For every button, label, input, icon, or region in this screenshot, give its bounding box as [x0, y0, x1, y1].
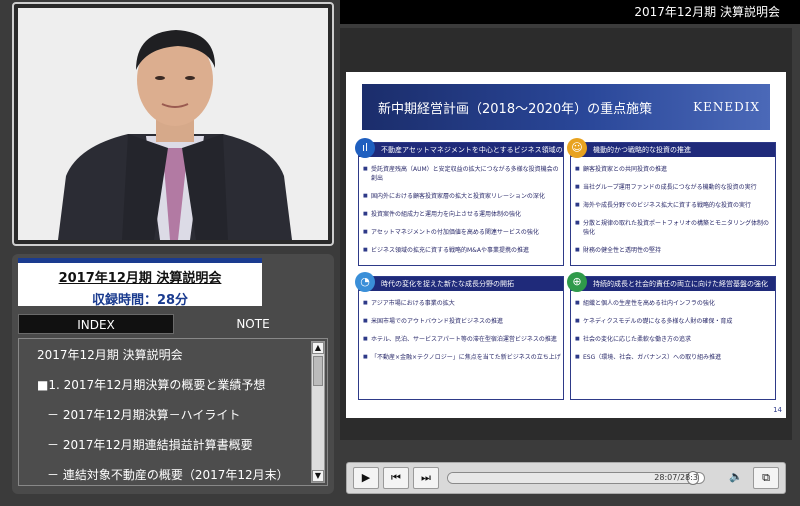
- quad-item: 財務の健全性と透明性の堅持: [575, 246, 773, 255]
- index-item-real-estate[interactable]: － 連結対象不動産の概要（2017年12月末）: [47, 463, 327, 485]
- quad-heading: 持続的成長と社会的責任の両立に向けた経営基盤の強化: [571, 277, 775, 291]
- index-item-title[interactable]: 2017年12月期 決算説明会: [37, 343, 327, 367]
- skip-forward-icon[interactable]: ⏭: [413, 467, 439, 489]
- tab-note[interactable]: NOTE: [178, 314, 328, 334]
- quad-item: 米国市場でのアウトバウンド投資ビジネスの推進: [363, 317, 561, 326]
- quad-management-base: 持続的成長と社会的責任の両立に向けた経営基盤の強化 ⊕ 組織と個人の生産性を高め…: [567, 272, 776, 400]
- index-item-section-1[interactable]: ■1. 2017年12月期決算の概要と業績予想: [37, 373, 327, 397]
- index-list: 2017年12月期 決算説明会 ■1. 2017年12月期決算の概要と業績予想 …: [18, 338, 328, 486]
- quad-item: アセットマネジメントの付加価値を高める関連サービスの強化: [363, 228, 561, 237]
- info-panel: 2017年12月期 決算説明会 収録時間：28分 INDEX NOTE 2017…: [12, 254, 334, 494]
- scroll-up-icon[interactable]: ▲: [312, 342, 324, 354]
- quad-item: 社会の変化に応じた柔軟な働き方の追求: [575, 335, 773, 344]
- growth-icon: ◔: [355, 272, 375, 292]
- quad-list: 顧客投資家との共同投資の推進 当社グループ運用ファンドの成長につながる機動的な投…: [575, 165, 773, 264]
- quad-item: ケネディクスモデルの礎になる多様な人財の確保・育成: [575, 317, 773, 326]
- quad-new-growth: 時代の変化を捉えた新たな成長分野の開拓 ◔ アジア市場における事業の拡大 米国市…: [355, 272, 564, 400]
- quad-item: 海外や成長分野でのビジネス拡大に資する戦略的な投資の実行: [575, 201, 773, 210]
- kenedix-logo: KENEDIX: [693, 100, 760, 114]
- slide-title: 新中期経営計画（2018～2020年）の重点施策: [378, 102, 653, 117]
- quad-business-expansion: 不動産アセットマネジメントを中心とするビジネス領域の拡充 ıl 受託資産残高（A…: [355, 138, 564, 266]
- speaker-video[interactable]: [18, 8, 328, 240]
- quad-item: 当社グループ運用ファンドの成長につながる機動的な投資の実行: [575, 183, 773, 192]
- index-scrollbar[interactable]: ▲ ▼: [311, 341, 325, 483]
- bar-chart-icon: ıl: [355, 138, 375, 158]
- player-controls: ▶ ⏮ ⏭ 28:07/28:3 🔈 ⧉: [346, 462, 786, 494]
- scroll-thumb[interactable]: [313, 356, 323, 386]
- quad-item: 受託資産残高（AUM）と安定収益の拡大につながる多様な投資機会の創出: [363, 165, 561, 183]
- window-title: 2017年12月期 決算説明会: [340, 0, 800, 24]
- speaker-photo: [18, 8, 328, 240]
- slide-header: 新中期経営計画（2018～2020年）の重点施策 KENEDIX: [362, 84, 770, 130]
- slide-page-number: 14: [773, 406, 782, 414]
- video-frame: [12, 2, 334, 246]
- slide-panel: 新中期経営計画（2018～2020年）の重点施策 KENEDIX 不動産アセット…: [340, 28, 792, 440]
- tab-index[interactable]: INDEX: [18, 314, 174, 334]
- index-item-highlight[interactable]: － 2017年12月期決算－ハイライト: [47, 403, 327, 427]
- person-icon: ☺: [567, 138, 587, 158]
- progress-bar[interactable]: 28:07/28:3: [447, 471, 705, 485]
- quad-heading: 機動的かつ戦略的な投資の推進: [571, 143, 775, 157]
- quad-item: 国内外における顧客投資家層の拡大と投資家リレーションの深化: [363, 192, 561, 201]
- quad-heading: 不動産アセットマネジメントを中心とするビジネス領域の拡充: [359, 143, 563, 157]
- popout-icon[interactable]: ⧉: [753, 467, 779, 489]
- scroll-down-icon[interactable]: ▼: [312, 470, 324, 482]
- quad-item: ビジネス領域の拡充に資する戦略的M&Aや事業提携の推進: [363, 246, 561, 255]
- time-readout: 28:07/28:3: [654, 473, 698, 482]
- event-duration: 収録時間：28分: [91, 293, 189, 308]
- panel-tabs: INDEX NOTE: [18, 314, 328, 334]
- skip-back-icon[interactable]: ⏮: [383, 467, 409, 489]
- quad-item: アジア市場における事業の拡大: [363, 299, 561, 308]
- quad-heading: 時代の変化を捉えた新たな成長分野の開拓: [359, 277, 563, 291]
- quad-list: 組織と個人の生産性を高める社内インフラの強化 ケネディクスモデルの礎になる多様な…: [575, 299, 773, 371]
- volume-icon[interactable]: 🔈: [723, 467, 749, 489]
- quad-item: ホテル、民泊、サービスアパート等の滞在型宿泊運営ビジネスの推進: [363, 335, 561, 344]
- quad-item: 分散と規律の取れた投資ポートフォリオの構築とモニタリング体制の強化: [575, 219, 773, 237]
- event-title: 2017年12月期 決算説明会: [58, 271, 222, 286]
- seminar-player-app: 2017年12月期 決算説明会 2017年12月期 決算説明会 収録時間：28分…: [0, 0, 800, 506]
- quad-strategic-investment: 機動的かつ戦略的な投資の推進 ☺ 顧客投資家との共同投資の推進 当社グループ運用…: [567, 138, 776, 266]
- index-item-pl-summary[interactable]: － 2017年12月期連結損益計算書概要: [47, 433, 327, 457]
- quad-list: アジア市場における事業の拡大 米国市場でのアウトバウンド投資ビジネスの推進 ホテ…: [363, 299, 561, 371]
- quad-item: 組織と個人の生産性を高める社内インフラの強化: [575, 299, 773, 308]
- play-icon[interactable]: ▶: [353, 467, 379, 489]
- quad-list: 受託資産残高（AUM）と安定収益の拡大につながる多様な投資機会の創出 国内外にお…: [363, 165, 561, 264]
- quad-item: 「不動産×金融×テクノロジー」に焦点を当てた新ビジネスの立ち上げ: [363, 353, 561, 362]
- quad-item: 顧客投資家との共同投資の推進: [575, 165, 773, 174]
- quad-item: 投資案件の組成力と運用力を向上させる運用体制の強化: [363, 210, 561, 219]
- slide: 新中期経営計画（2018～2020年）の重点施策 KENEDIX 不動産アセット…: [346, 72, 786, 418]
- globe-icon: ⊕: [567, 272, 587, 292]
- event-title-card: 2017年12月期 決算説明会 収録時間：28分: [18, 258, 262, 308]
- quad-item: ESG（環境、社会、ガバナンス）への取り組み推進: [575, 353, 773, 362]
